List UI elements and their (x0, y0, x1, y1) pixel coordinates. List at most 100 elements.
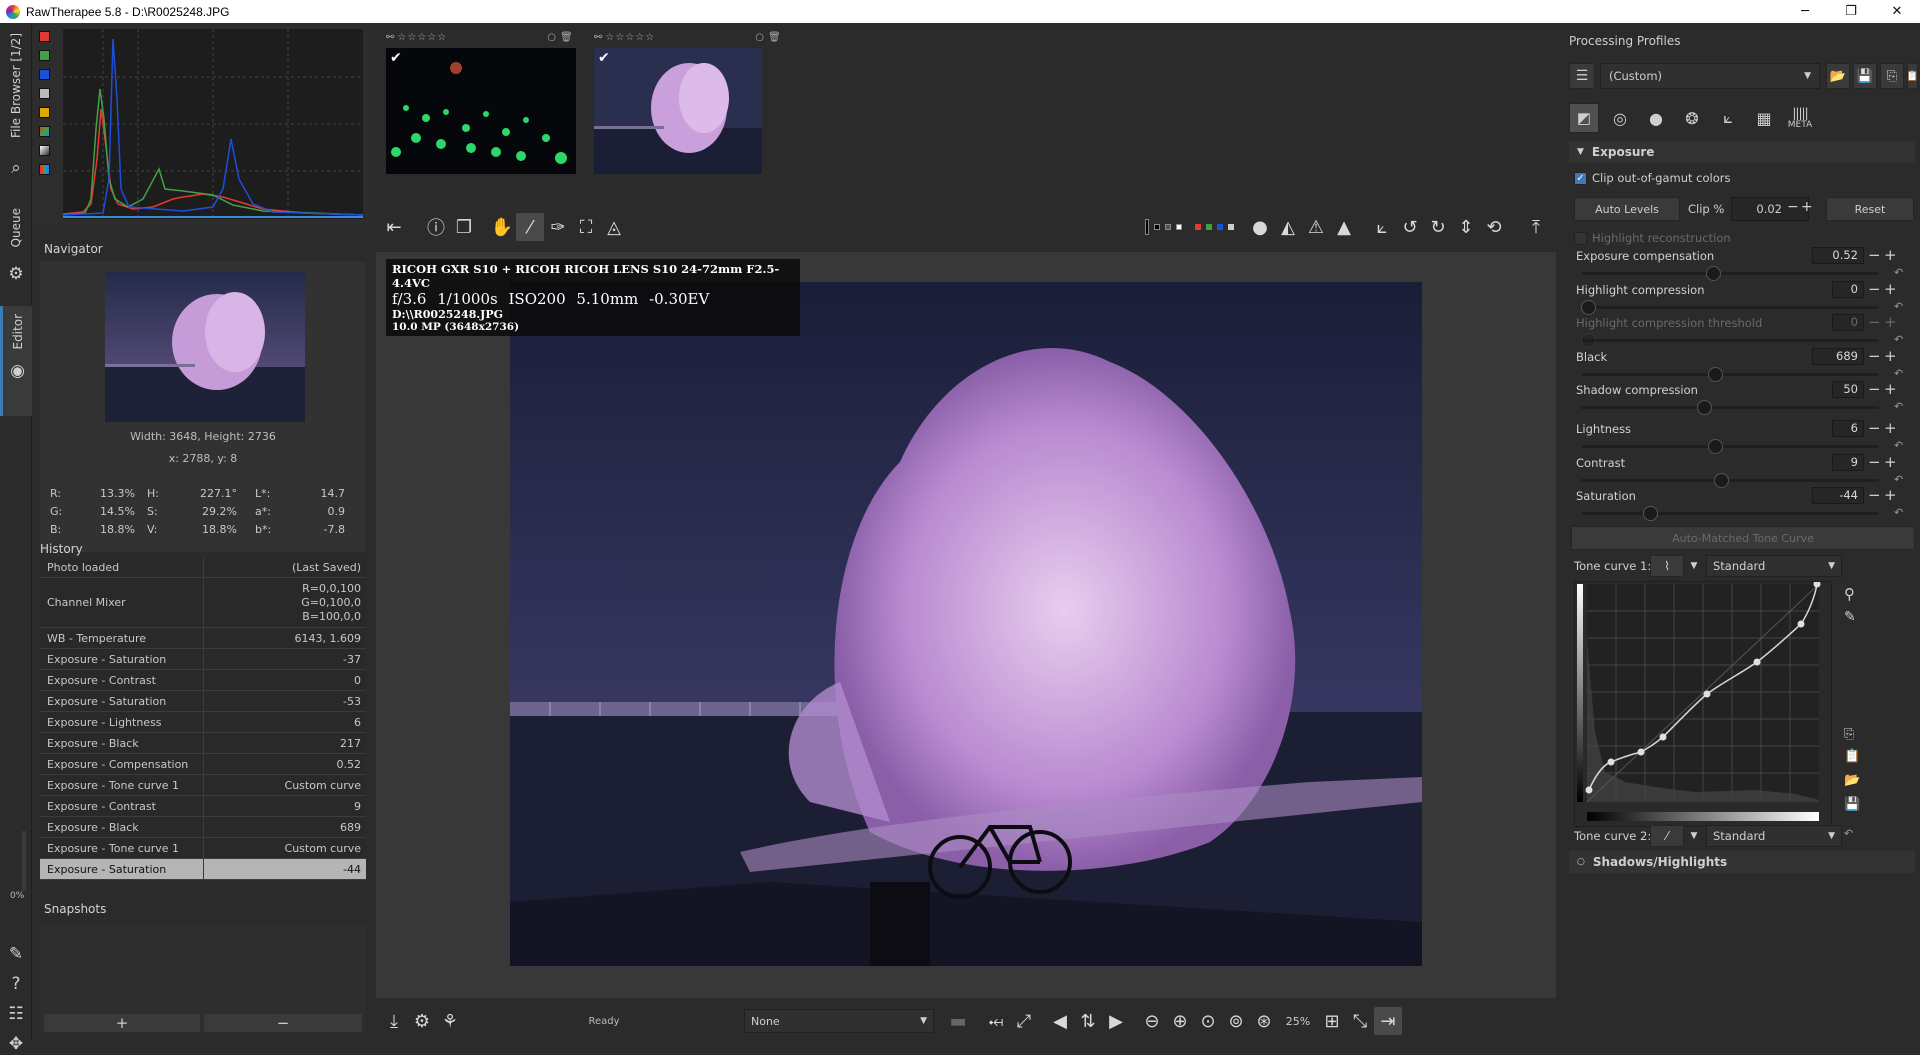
load-profile-icon[interactable]: 📂 (1826, 63, 1850, 89)
auto-levels-button[interactable]: Auto Levels (1574, 197, 1680, 221)
crop-tool-icon[interactable]: ⛶ (572, 213, 600, 241)
zoom-out-icon[interactable]: ⊖ (1138, 1007, 1166, 1035)
reject-icon[interactable]: ○ (547, 32, 556, 43)
red-channel-toggle[interactable] (39, 31, 50, 42)
slider-decrease-button[interactable]: − (1868, 280, 1881, 298)
swatch-icon[interactable] (1195, 224, 1201, 230)
history-row[interactable]: Exposure - Black 217 (40, 733, 366, 754)
fullscreen-toggle-icon[interactable]: ⤡ (1346, 1007, 1374, 1035)
swatch-icon[interactable] (1206, 224, 1212, 230)
slider-track[interactable] (1581, 266, 1879, 281)
clip-gamut-checkbox[interactable]: ✓ (1574, 171, 1587, 185)
trash-icon[interactable]: 🗑 (560, 32, 573, 43)
gamut-icon[interactable]: ▬ (944, 1007, 972, 1035)
slider-handle[interactable] (1643, 506, 1659, 521)
thumbnail-image[interactable] (386, 48, 576, 174)
sync-filmstrip-icon[interactable]: ⇅ (1074, 1007, 1102, 1035)
straighten-tool-icon[interactable]: ◬ (600, 213, 628, 241)
tab-queue[interactable]: Queue (0, 208, 32, 247)
save-image-icon[interactable]: ⤓ (380, 1007, 408, 1035)
luminance-toggle[interactable] (39, 88, 50, 99)
output-profile-select[interactable]: None ▼ (744, 1009, 934, 1033)
highlight-recon-checkbox[interactable] (1574, 231, 1587, 245)
slider-handle[interactable] (1708, 439, 1724, 454)
perspective-icon[interactable]: ⟀ (1368, 213, 1396, 241)
next-image-icon[interactable]: ▶ (1102, 1007, 1130, 1035)
remove-snapshot-button[interactable]: − (204, 1014, 362, 1032)
swatch-icon[interactable] (1165, 224, 1171, 230)
curve-edit-point-icon[interactable]: ⚲ (1844, 585, 1855, 603)
zoom-fit-crop-icon[interactable]: ⊚ (1222, 1007, 1250, 1035)
tab-transform-icon[interactable]: ⟀ (1713, 103, 1743, 133)
copy-profile-icon[interactable]: ⎘ (1880, 63, 1904, 89)
history-row[interactable]: Exposure - Lightness 6 (40, 712, 366, 733)
slider-decrease-button[interactable]: − (1868, 313, 1881, 331)
swatch-icon[interactable] (1228, 224, 1234, 230)
curve-paste-icon[interactable]: 📋 (1844, 749, 1860, 764)
preferences-icon[interactable]: ☷ (5, 1003, 27, 1025)
info-icon[interactable]: ⓘ (422, 213, 450, 241)
pencil-icon[interactable]: ✎ (5, 943, 27, 965)
thumbnail[interactable]: ⚯ ☆☆☆☆☆ ○ 🗑 ✔ (386, 26, 576, 177)
image-viewer[interactable]: RICOH GXR S10 + RICOH RICOH LENS S10 24-… (376, 252, 1556, 998)
slider-increase-button[interactable]: + (1884, 347, 1897, 365)
tab-advanced-icon[interactable]: ❂ (1677, 103, 1707, 133)
tone-curve-editor[interactable] (1574, 580, 1832, 827)
minimize-button[interactable]: ─ (1782, 0, 1828, 23)
slider-reset-icon[interactable]: ↶ (1894, 473, 1903, 486)
slider-track[interactable] (1581, 439, 1879, 454)
slider-track[interactable] (1581, 300, 1879, 315)
swatch-icon[interactable] (1145, 219, 1149, 235)
main-image[interactable] (510, 282, 1422, 966)
curve-save-icon[interactable]: 💾 (1844, 797, 1860, 812)
chroma-toggle[interactable] (39, 107, 50, 118)
history-row[interactable]: Exposure - Contrast 0 (40, 670, 366, 691)
slider-reset-icon[interactable]: ↶ (1894, 439, 1903, 452)
slider-track[interactable] (1581, 473, 1879, 488)
tab-raw-icon[interactable]: ▦ (1749, 103, 1779, 133)
flip-vertical-icon[interactable]: ⇕ (1452, 213, 1480, 241)
clip-decrease-button[interactable]: − (1787, 199, 1799, 215)
rotate-right-icon[interactable]: ↻ (1424, 213, 1452, 241)
chevron-down-icon[interactable]: ▼ (1684, 555, 1704, 577)
slider-decrease-button[interactable]: − (1868, 347, 1881, 365)
curve-load-icon[interactable]: 📂 (1844, 773, 1860, 788)
slider-value-input[interactable]: 50 (1832, 381, 1864, 398)
slider-handle[interactable] (1697, 400, 1713, 415)
tab-exposure-icon[interactable]: ◩ (1569, 103, 1599, 133)
history-row[interactable]: Exposure - Tone curve 1 Custom curve (40, 775, 366, 796)
hide-right-panel-icon[interactable]: ⇥ (1374, 1007, 1402, 1035)
raw-toggle[interactable] (39, 126, 50, 137)
slider-handle[interactable] (1708, 367, 1724, 382)
color-picker-icon[interactable]: ⁄ (516, 213, 544, 241)
clip-increase-button[interactable]: + (1801, 199, 1813, 215)
curve-type-1-button[interactable]: ⌇ (1650, 555, 1684, 577)
fullscreen-icon[interactable]: ✥ (5, 1033, 27, 1055)
rotate-left-icon[interactable]: ↺ (1396, 213, 1424, 241)
clipped-shadows-icon[interactable]: ◭ (1274, 213, 1302, 241)
swatch-icon[interactable] (1154, 224, 1160, 230)
slider-value-input[interactable]: 0.52 (1812, 247, 1864, 264)
slider-increase-button[interactable]: + (1884, 486, 1897, 504)
hide-top-panel-icon[interactable]: ⤒ (1522, 213, 1550, 241)
close-button[interactable]: ✕ (1874, 0, 1920, 23)
rating-stars[interactable]: ☆☆☆☆☆ (397, 32, 447, 43)
save-profile-icon[interactable]: 💾 (1853, 63, 1877, 89)
queue-settings-icon[interactable]: ⚙ (408, 1007, 436, 1035)
reset-button[interactable]: Reset (1826, 197, 1914, 221)
slider-track[interactable] (1581, 506, 1879, 521)
thumbnail-image[interactable] (594, 48, 762, 174)
slider-increase-button[interactable]: + (1884, 246, 1897, 264)
mode-toggle[interactable] (39, 164, 50, 175)
tab-color-icon[interactable]: ● (1641, 103, 1671, 133)
warning-icon[interactable]: ⚠ (1302, 213, 1330, 241)
swatch-icon[interactable] (1217, 224, 1223, 230)
slider-value-input[interactable]: 0 (1832, 281, 1864, 298)
navigate-first-icon[interactable]: ⤟ (982, 1007, 1010, 1035)
previous-image-icon[interactable]: ◀ (1046, 1007, 1074, 1035)
tone-curve-2-mode-select[interactable]: Standard ▼ (1706, 825, 1842, 847)
thumbnail[interactable]: ⚯ ☆☆☆☆☆ ○ 🗑 ✔ (594, 26, 781, 177)
slider-value-input[interactable]: 689 (1812, 348, 1864, 365)
slider-increase-button[interactable]: + (1884, 419, 1897, 437)
history-row[interactable]: Exposure - Black 689 (40, 817, 366, 838)
